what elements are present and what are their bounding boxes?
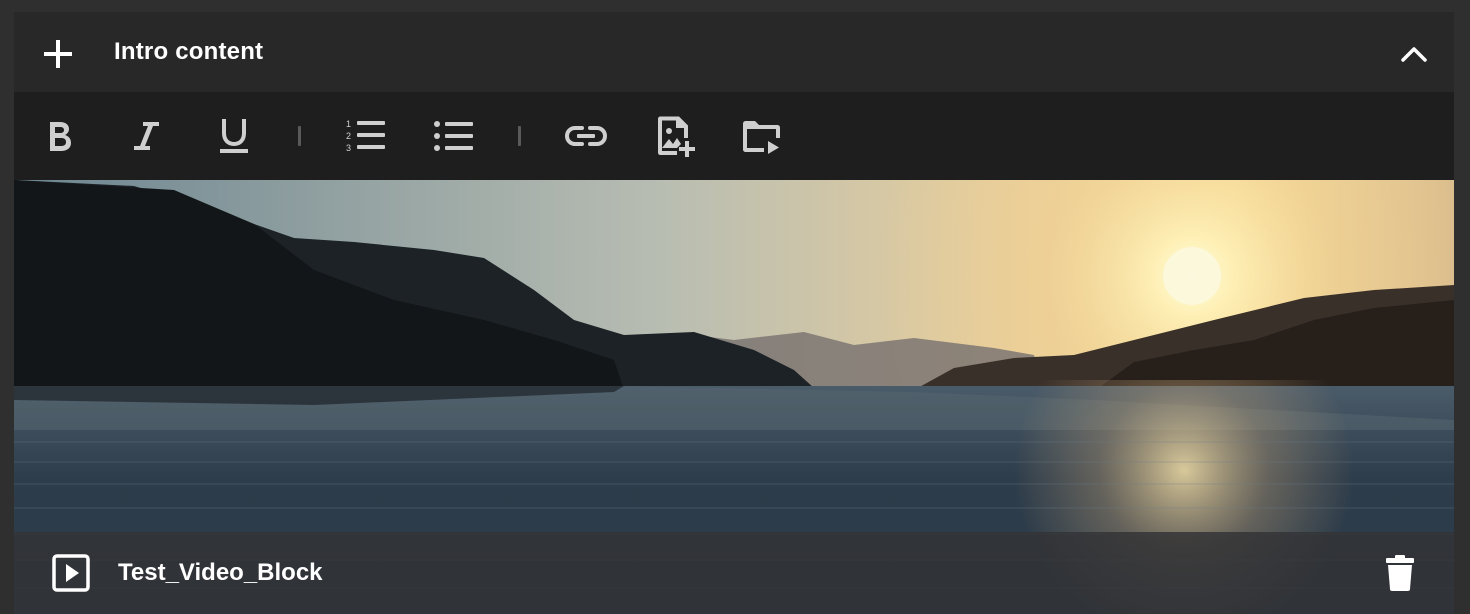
media-block-title: Test_Video_Block [118, 559, 323, 586]
panel-title: Intro content [114, 38, 264, 65]
media-caption-bar: Test_Video_Block [14, 532, 1454, 614]
formatting-toolbar: 1 2 3 [14, 92, 1454, 180]
video-thumbnail[interactable]: Test_Video_Block [14, 180, 1454, 614]
link-button[interactable] [564, 114, 608, 158]
italic-button[interactable] [128, 114, 164, 158]
plus-icon [44, 40, 72, 68]
panel-header: Intro content [14, 12, 1454, 92]
link-icon [564, 126, 608, 146]
collapse-button[interactable] [1396, 36, 1432, 72]
svg-text:1: 1 [346, 119, 351, 129]
folder-play-icon [743, 121, 780, 154]
bullet-list-button[interactable] [432, 114, 476, 158]
svg-text:3: 3 [346, 143, 351, 153]
video-type-indicator [52, 554, 90, 592]
add-button[interactable] [38, 34, 78, 74]
svg-text:2: 2 [346, 131, 351, 141]
toolbar-separator [298, 126, 301, 146]
bullet-list-icon [434, 121, 473, 151]
underline-icon [220, 119, 248, 153]
trash-icon [1386, 555, 1414, 591]
chevron-up-icon [1401, 47, 1427, 62]
video-play-icon [52, 554, 90, 592]
bold-button[interactable] [42, 114, 76, 158]
bold-icon [50, 122, 71, 151]
delete-button[interactable] [1382, 552, 1418, 594]
ordered-list-icon: 1 2 3 [346, 119, 385, 153]
underline-button[interactable] [216, 114, 252, 158]
add-image-button[interactable] [654, 114, 698, 158]
image-add-icon [658, 116, 695, 157]
toolbar-separator [518, 126, 521, 146]
intro-content-panel: Intro content 1 2 3 Test_Video_Block [14, 12, 1454, 614]
add-video-button[interactable] [740, 114, 784, 158]
italic-icon [134, 122, 159, 150]
ordered-list-button[interactable]: 1 2 3 [342, 114, 388, 158]
